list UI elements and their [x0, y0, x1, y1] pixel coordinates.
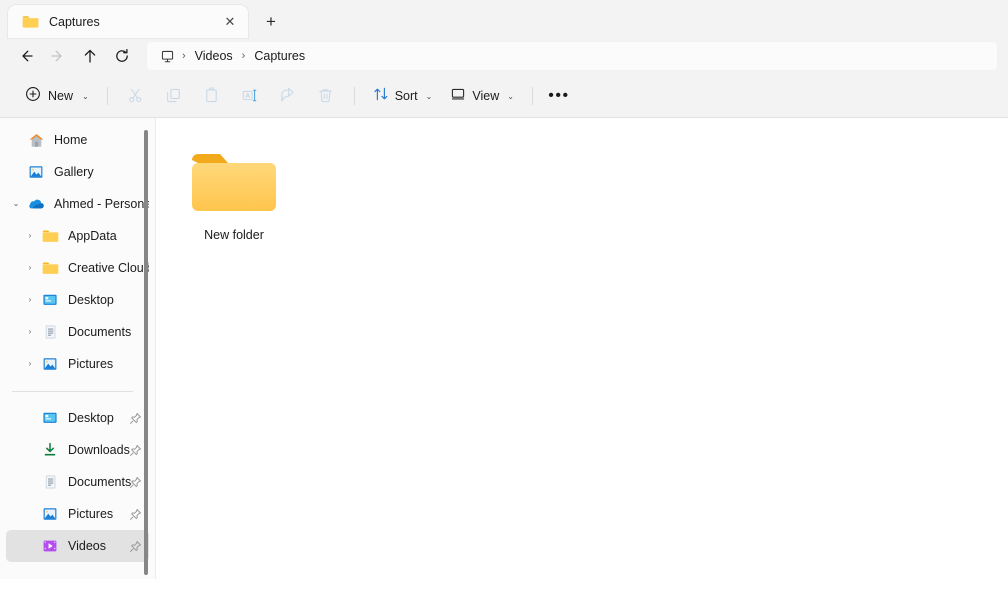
sidebar-scrollbar[interactable]	[141, 118, 151, 579]
sidebar-item-label: Home	[54, 133, 88, 147]
folder-icon	[40, 258, 60, 278]
back-button[interactable]	[10, 41, 42, 71]
chevron-down-icon: ⌄	[82, 91, 89, 101]
sidebar-item-label: Creative Cloud Files	[68, 261, 149, 275]
tab-captures[interactable]: Captures ✕	[8, 5, 248, 38]
sidebar-item-label: Ahmed - Personal	[54, 197, 149, 211]
sidebar-item-gallery[interactable]: Gallery	[6, 156, 149, 188]
sidebar-item-label: Desktop	[68, 293, 114, 307]
chevron-down-icon: ⌄	[507, 91, 514, 101]
sidebar-item-desktop[interactable]: Desktop	[6, 402, 149, 434]
folder-icon	[186, 144, 282, 220]
folder-icon	[40, 226, 60, 246]
view-button[interactable]: View ⌄	[441, 81, 523, 111]
sort-button-label: Sort	[394, 88, 418, 103]
sidebar-item-label: Gallery	[54, 165, 94, 179]
chevron-right-icon[interactable]: ›	[20, 296, 40, 304]
close-icon[interactable]: ✕	[218, 10, 242, 34]
chevron-right-icon[interactable]: ›	[20, 264, 40, 272]
documents-icon	[40, 322, 60, 342]
chevron-right-icon[interactable]: ›	[20, 328, 40, 336]
sidebar-scrollbar-thumb[interactable]	[144, 130, 148, 575]
command-bar: New ⌄ Sort ⌄ View ⌄ •••	[0, 74, 1008, 118]
share-button	[269, 81, 307, 111]
sidebar-item-label: Videos	[68, 539, 106, 553]
chevron-right-icon[interactable]: ›	[20, 232, 40, 240]
toolbar-divider	[106, 86, 108, 105]
cut-button	[117, 81, 155, 111]
onedrive-cloud-icon	[26, 194, 46, 214]
sidebar-item-videos[interactable]: Videos	[6, 530, 149, 562]
sort-arrows-icon	[373, 86, 389, 105]
sidebar-item-onedrive[interactable]: ⌄ Ahmed - Personal	[6, 188, 149, 220]
toolbar-divider	[531, 86, 533, 105]
nav-primary-group: Home Gallery ⌄ Ahmed - Personal › AppDat…	[0, 118, 155, 562]
chevron-down-icon[interactable]: ⌄	[6, 200, 26, 208]
file-item-label: New folder	[204, 228, 264, 242]
this-pc-monitor-icon[interactable]	[156, 47, 179, 66]
sidebar-item-label: Documents	[68, 475, 132, 489]
sidebar-item-label: Pictures	[68, 507, 114, 521]
sidebar-item-pictures-onedrive[interactable]: › Pictures	[6, 348, 149, 380]
new-button[interactable]: New ⌄	[16, 81, 98, 111]
navigation-bar: › Videos › Captures	[0, 38, 1008, 74]
new-button-label: New	[48, 88, 74, 103]
body: Home Gallery ⌄ Ahmed - Personal › AppDat…	[0, 118, 1008, 579]
desktop-icon	[40, 290, 60, 310]
sort-button[interactable]: Sort ⌄	[364, 81, 442, 111]
sidebar-item-label: Downloads	[68, 443, 130, 457]
address-bar[interactable]: › Videos › Captures	[146, 41, 998, 71]
sidebar-item-downloads[interactable]: Downloads	[6, 434, 149, 466]
tab-title: Captures	[49, 14, 100, 29]
sidebar-item-desktop-onedrive[interactable]: › Desktop	[6, 284, 149, 316]
documents-icon	[40, 472, 60, 492]
title-bar: Captures ✕ +	[0, 0, 1008, 38]
up-button[interactable]	[74, 41, 106, 71]
navigation-pane: Home Gallery ⌄ Ahmed - Personal › AppDat…	[0, 118, 155, 579]
sidebar-divider	[12, 391, 133, 392]
toolbar-divider	[353, 86, 355, 105]
chevron-right-icon[interactable]: ›	[20, 360, 40, 368]
videos-icon	[40, 536, 60, 556]
sidebar-item-label: Documents	[68, 325, 132, 339]
breadcrumb-videos[interactable]: Videos	[189, 47, 239, 65]
chevron-down-icon: ⌄	[425, 91, 433, 101]
sidebar-item-label: Desktop	[68, 411, 114, 425]
sidebar-item-pictures[interactable]: Pictures	[6, 498, 149, 530]
sidebar-item-documents-onedrive[interactable]: › Documents	[6, 316, 149, 348]
home-icon	[26, 130, 46, 150]
view-button-label: View	[472, 88, 500, 103]
paste-button	[193, 81, 231, 111]
breadcrumb-separator: ›	[182, 50, 186, 62]
see-more-button[interactable]: •••	[542, 81, 576, 111]
copy-button	[155, 81, 193, 111]
view-monitor-icon	[450, 86, 466, 105]
refresh-button[interactable]	[106, 41, 138, 71]
sidebar-item-creative-cloud-files[interactable]: › Creative Cloud Files	[6, 252, 149, 284]
breadcrumb-separator: ›	[241, 50, 246, 62]
delete-button	[307, 81, 345, 111]
items-grid: New folder	[180, 140, 1008, 248]
breadcrumb-captures[interactable]: Captures	[248, 47, 311, 65]
folder-icon	[22, 15, 39, 29]
pictures-icon	[40, 354, 60, 374]
sidebar-item-home[interactable]: Home	[6, 124, 149, 156]
file-list-area[interactable]: New folder	[156, 118, 1008, 579]
gallery-icon	[26, 162, 46, 182]
sidebar-item-documents[interactable]: Documents	[6, 466, 149, 498]
forward-button	[42, 41, 74, 71]
new-tab-button[interactable]: +	[256, 6, 286, 36]
sidebar-item-appdata[interactable]: › AppData	[6, 220, 149, 252]
sidebar-item-label: AppData	[68, 229, 117, 243]
file-item-new-folder[interactable]: New folder	[180, 140, 288, 248]
downloads-icon	[40, 440, 60, 460]
rename-button	[231, 81, 269, 111]
sidebar-item-label: Pictures	[68, 357, 114, 371]
pictures-icon	[40, 504, 60, 524]
circle-plus-icon	[25, 86, 41, 105]
desktop-icon	[40, 408, 60, 428]
